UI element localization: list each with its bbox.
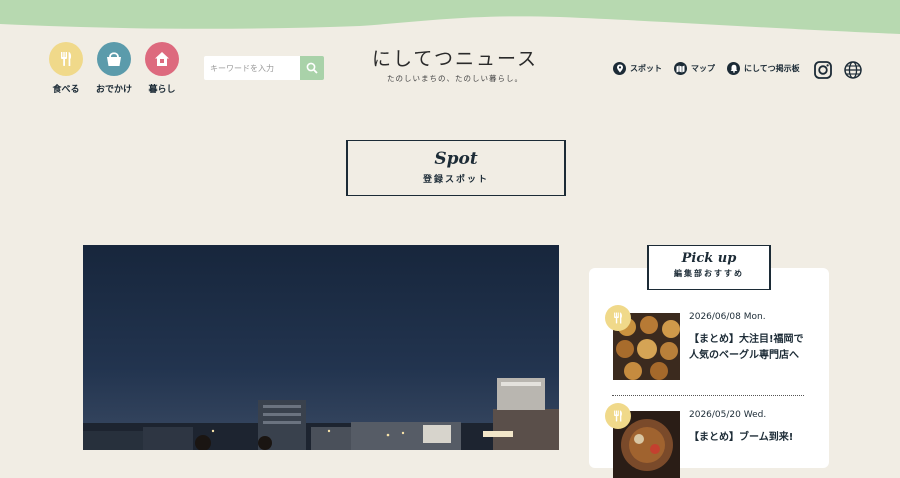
instagram-icon[interactable] (813, 60, 833, 80)
fork-knife-icon (605, 403, 631, 429)
site-logo[interactable]: にしてつニュース たのしいまちの、たのしい暮らし。 (370, 48, 540, 84)
article-divider (612, 395, 804, 396)
article-date: 2026/05/20 Wed. (689, 410, 767, 420)
pickup-article[interactable]: 2026/06/08 Mon. 【まとめ】大注目!福岡で人気のベーグル専門店へ (605, 305, 815, 385)
nav-spot[interactable]: スポット (613, 62, 662, 75)
article-headline: 【まとめ】ブーム到来! (689, 432, 794, 443)
page-title-en: Spot (434, 149, 478, 169)
article-headline: 【まとめ】大注目!福岡で人気のベーグル専門店へ (689, 334, 804, 361)
category-label: おでかけ (95, 85, 132, 95)
category-eat[interactable]: 食べる (41, 42, 91, 95)
pickup-title: Pick up 編集部おすすめ (647, 245, 771, 290)
hero-image[interactable] (83, 245, 559, 450)
nav-label: スポット (630, 64, 662, 73)
bag-icon (97, 42, 131, 76)
search-icon (306, 62, 318, 74)
logo-name: にしてつニュース (371, 48, 539, 70)
article-date: 2026/06/08 Mon. (689, 312, 766, 322)
nav-board[interactable]: にしてつ掲示板 (727, 62, 800, 75)
search-input[interactable] (204, 56, 300, 80)
map-pin-icon (613, 62, 626, 75)
fork-knife-icon (49, 42, 83, 76)
globe-icon[interactable] (843, 60, 863, 80)
map-icon (674, 62, 687, 75)
category-label: 暮らし (148, 85, 176, 95)
category-label: 食べる (52, 85, 80, 95)
pickup-article[interactable]: 2026/05/20 Wed. 【まとめ】ブーム到来! (605, 403, 815, 478)
nav-label: マップ (691, 64, 715, 73)
search-button[interactable] (300, 56, 324, 80)
logo-tagline: たのしいまちの、たのしい暮らし。 (387, 74, 523, 83)
category-outing[interactable]: おでかけ (89, 42, 139, 95)
pickup-title-en: Pick up (681, 251, 737, 266)
category-life[interactable]: 暮らし (137, 42, 187, 95)
bell-icon (727, 62, 740, 75)
fork-knife-icon (605, 305, 631, 331)
search-form (204, 56, 324, 80)
pickup-title-ja: 編集部おすすめ (674, 269, 744, 278)
header-wave (0, 0, 900, 34)
page-title: Spot 登録スポット (346, 140, 566, 196)
house-icon (145, 42, 179, 76)
nav-map[interactable]: マップ (674, 62, 715, 75)
page-title-ja: 登録スポット (422, 175, 489, 185)
nav-label: にしてつ掲示板 (744, 64, 800, 73)
